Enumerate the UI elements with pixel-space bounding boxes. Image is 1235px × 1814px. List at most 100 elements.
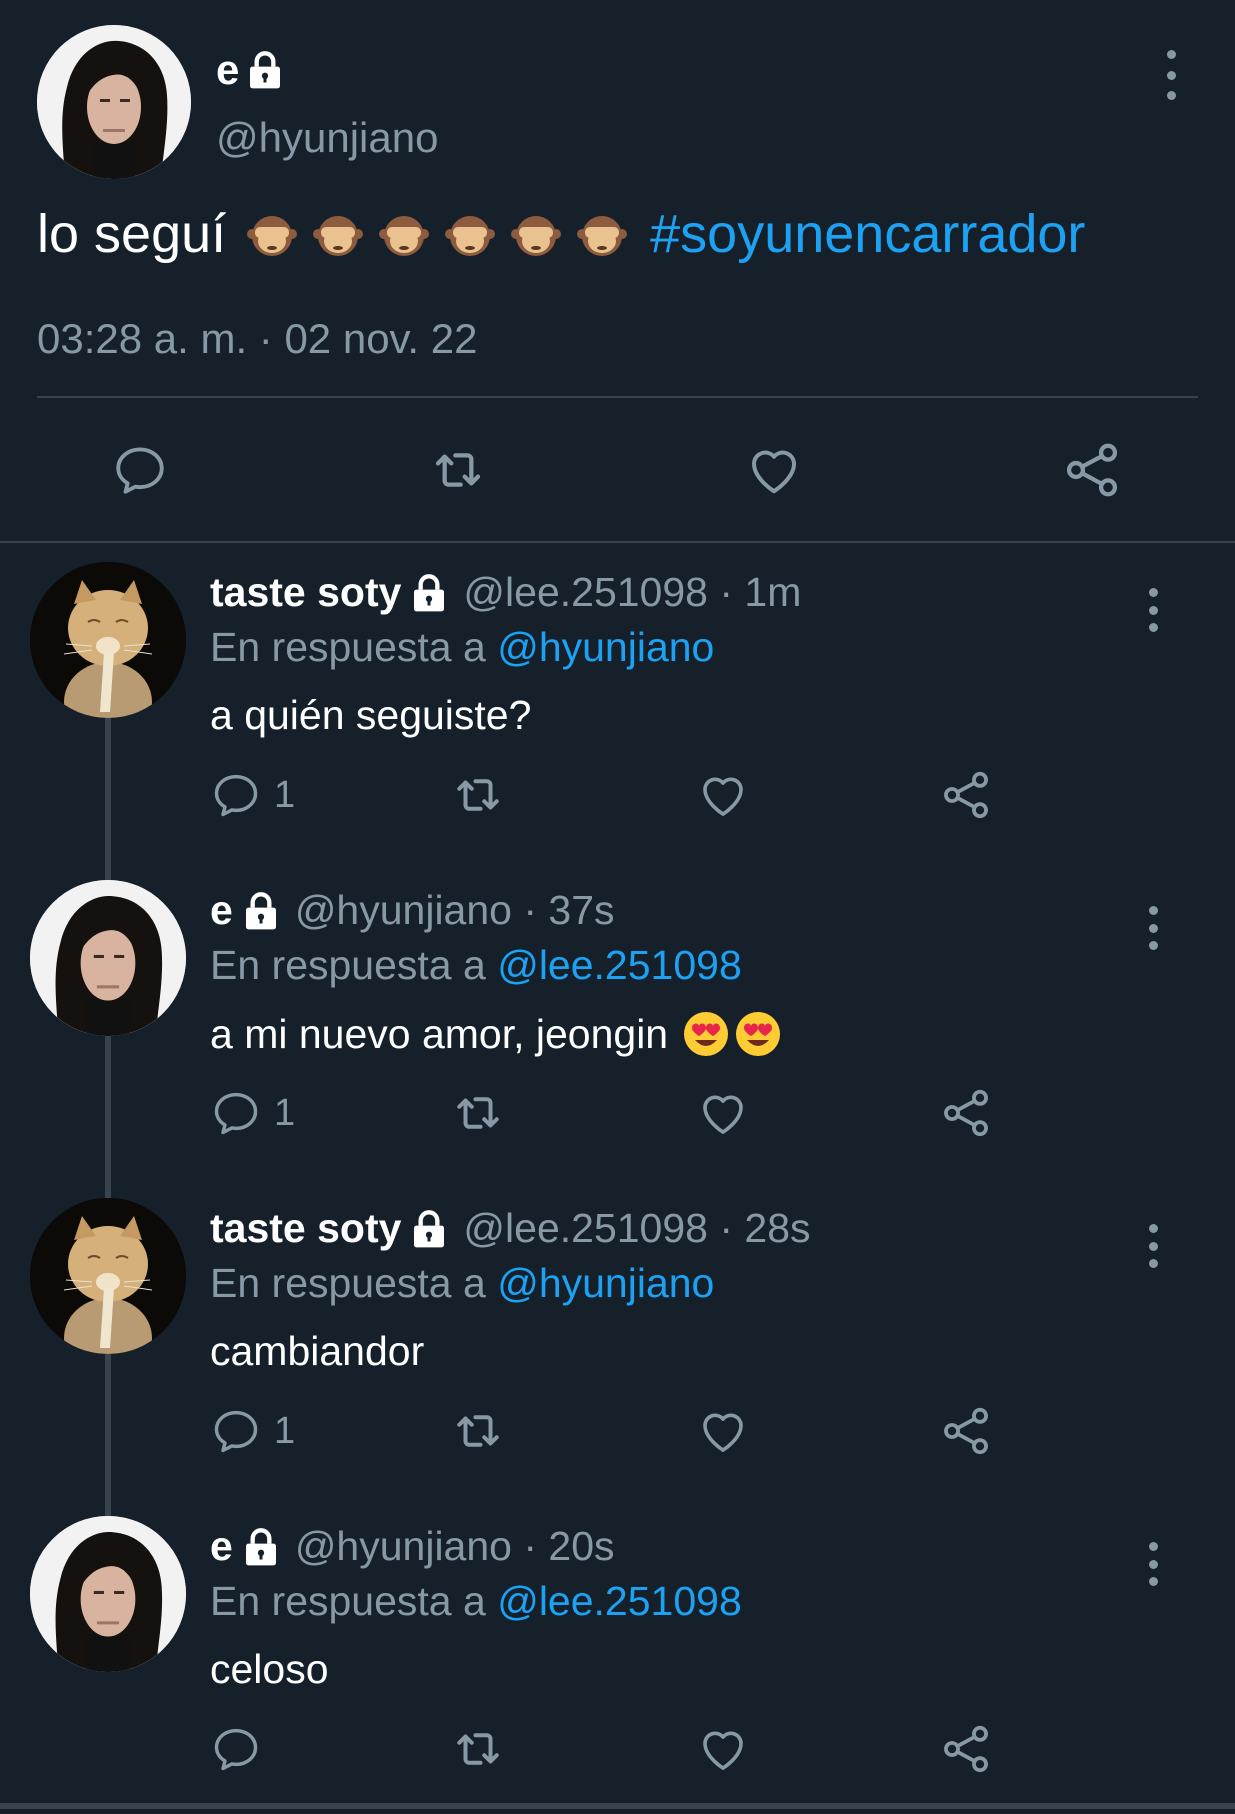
share-icon [944, 1089, 988, 1137]
reply-tweet[interactable]: taste soty @lee.251098 · 1m En respuesta… [0, 542, 1235, 880]
like-button[interactable] [742, 438, 806, 502]
lock-icon [245, 891, 276, 929]
reply-context-prefix: En respuesta a [210, 942, 486, 988]
reply-actions: 1 [0, 767, 1235, 823]
avatar[interactable] [30, 1198, 186, 1354]
retweet-icon [457, 779, 499, 811]
main-tweet: e @hyunjiano lo seguí #soyunencarrador 0… [0, 0, 1235, 543]
more-options-icon[interactable] [1160, 50, 1182, 100]
reply-tweet[interactable]: taste soty @lee.251098 · 28s En respuest… [0, 1178, 1235, 1516]
reply-text-body: cambiandor [210, 1328, 425, 1374]
retweet-button[interactable] [426, 438, 490, 502]
display-name[interactable]: e [210, 1523, 233, 1570]
share-icon [944, 1725, 988, 1773]
reply-icon [214, 774, 258, 817]
reply-actions [0, 1721, 1235, 1777]
more-options-icon[interactable] [1142, 1542, 1164, 1586]
handle-and-time: @hyunjiano · 37s [294, 887, 615, 933]
reply-count: 1 [274, 1091, 296, 1134]
share-button[interactable] [938, 1403, 994, 1459]
reply-text: a mi nuevo amor, jeongin [210, 1010, 782, 1058]
display-name[interactable]: taste soty [210, 1205, 401, 1252]
mention-link[interactable]: @hyunjiano [497, 1260, 714, 1306]
lock-icon [245, 1527, 276, 1565]
user-handle[interactable]: @hyunjiano [216, 114, 438, 162]
like-icon [752, 450, 796, 494]
mention-link[interactable]: @lee.251098 [497, 942, 742, 988]
man-avatar-image [30, 880, 186, 1036]
hashtag-link[interactable]: #soyunencarrador [650, 203, 1085, 265]
more-options-icon[interactable] [1142, 906, 1164, 950]
reply-button[interactable]: 1 [210, 767, 295, 823]
divider [37, 396, 1198, 398]
reply-text-body: a mi nuevo amor, jeongin [210, 1010, 669, 1057]
divider [0, 1803, 1235, 1809]
display-name[interactable]: e [216, 46, 285, 94]
mention-link[interactable]: @lee.251098 [497, 1578, 742, 1624]
heart-eyes-emoji [736, 1012, 781, 1056]
avatar[interactable] [30, 562, 186, 718]
cat-avatar-image [30, 1198, 186, 1354]
reply-button[interactable] [210, 1721, 274, 1777]
cat-avatar-image [30, 562, 186, 718]
heart-eyes-emoji [684, 1012, 729, 1056]
reply-context-prefix: En respuesta a [210, 624, 486, 670]
reply-button[interactable] [108, 438, 172, 502]
see-no-evil-monkey-emoji [313, 216, 364, 256]
see-no-evil-monkey-emoji [247, 216, 298, 256]
reply-header: e @hyunjiano · 37s [210, 887, 615, 934]
retweet-button[interactable] [448, 767, 508, 823]
like-icon [703, 1095, 743, 1134]
avatar[interactable] [30, 1516, 186, 1672]
display-name[interactable]: taste soty [210, 569, 401, 616]
share-icon [944, 1407, 988, 1455]
reply-tweet[interactable]: e @hyunjiano · 37s En respuesta a @lee.2… [0, 860, 1235, 1198]
reply-context: En respuesta a @hyunjiano [210, 1260, 714, 1307]
like-button[interactable] [696, 1403, 750, 1459]
share-button[interactable] [1060, 438, 1124, 502]
reply-header: e @hyunjiano · 20s [210, 1523, 615, 1570]
reply-actions: 1 [0, 1085, 1235, 1141]
like-button[interactable] [696, 1085, 750, 1141]
share-icon [1066, 443, 1118, 497]
tweet-text-body: lo seguí [37, 204, 227, 264]
more-options-icon[interactable] [1142, 588, 1164, 632]
handle-and-time: @lee.251098 · 1m [463, 569, 802, 615]
share-button[interactable] [938, 1085, 994, 1141]
retweet-icon [457, 1733, 499, 1765]
reply-icon [116, 447, 164, 494]
avatar[interactable] [30, 880, 186, 1036]
reply-context-prefix: En respuesta a [210, 1578, 486, 1624]
reply-icon [214, 1728, 258, 1771]
display-name[interactable]: e [210, 887, 233, 934]
emoji-group [682, 1010, 782, 1058]
reply-context-prefix: En respuesta a [210, 1260, 486, 1306]
reply-button[interactable]: 1 [210, 1403, 295, 1459]
tweet-timestamp: 03:28 a. m. · 02 nov. 22 [37, 315, 478, 362]
like-icon [703, 1731, 743, 1770]
like-icon [703, 777, 743, 816]
retweet-button[interactable] [448, 1403, 508, 1459]
display-name-text: e [216, 46, 240, 93]
reply-button[interactable]: 1 [210, 1085, 295, 1141]
like-button[interactable] [696, 767, 750, 823]
share-button[interactable] [938, 767, 994, 823]
reply-text: cambiandor [210, 1328, 424, 1375]
more-options-icon[interactable] [1142, 1224, 1164, 1268]
reply-context: En respuesta a @lee.251098 [210, 1578, 742, 1625]
reply-header: taste soty @lee.251098 · 1m [210, 569, 801, 616]
tweet-text: lo seguí #soyunencarrador [37, 203, 1085, 265]
like-button[interactable] [696, 1721, 750, 1777]
retweet-button[interactable] [448, 1085, 508, 1141]
reply-tweet[interactable]: e @hyunjiano · 20s En respuesta a @lee.2… [0, 1496, 1235, 1814]
share-button[interactable] [938, 1721, 994, 1777]
avatar[interactable] [37, 25, 191, 179]
retweet-icon [457, 1415, 499, 1447]
retweet-button[interactable] [448, 1721, 508, 1777]
mention-link[interactable]: @hyunjiano [497, 624, 714, 670]
like-icon [703, 1413, 743, 1452]
reply-text-body: a quién seguiste? [210, 692, 532, 738]
share-icon [944, 771, 988, 819]
reply-count: 1 [274, 773, 296, 816]
see-no-evil-monkey-emoji [511, 216, 562, 256]
